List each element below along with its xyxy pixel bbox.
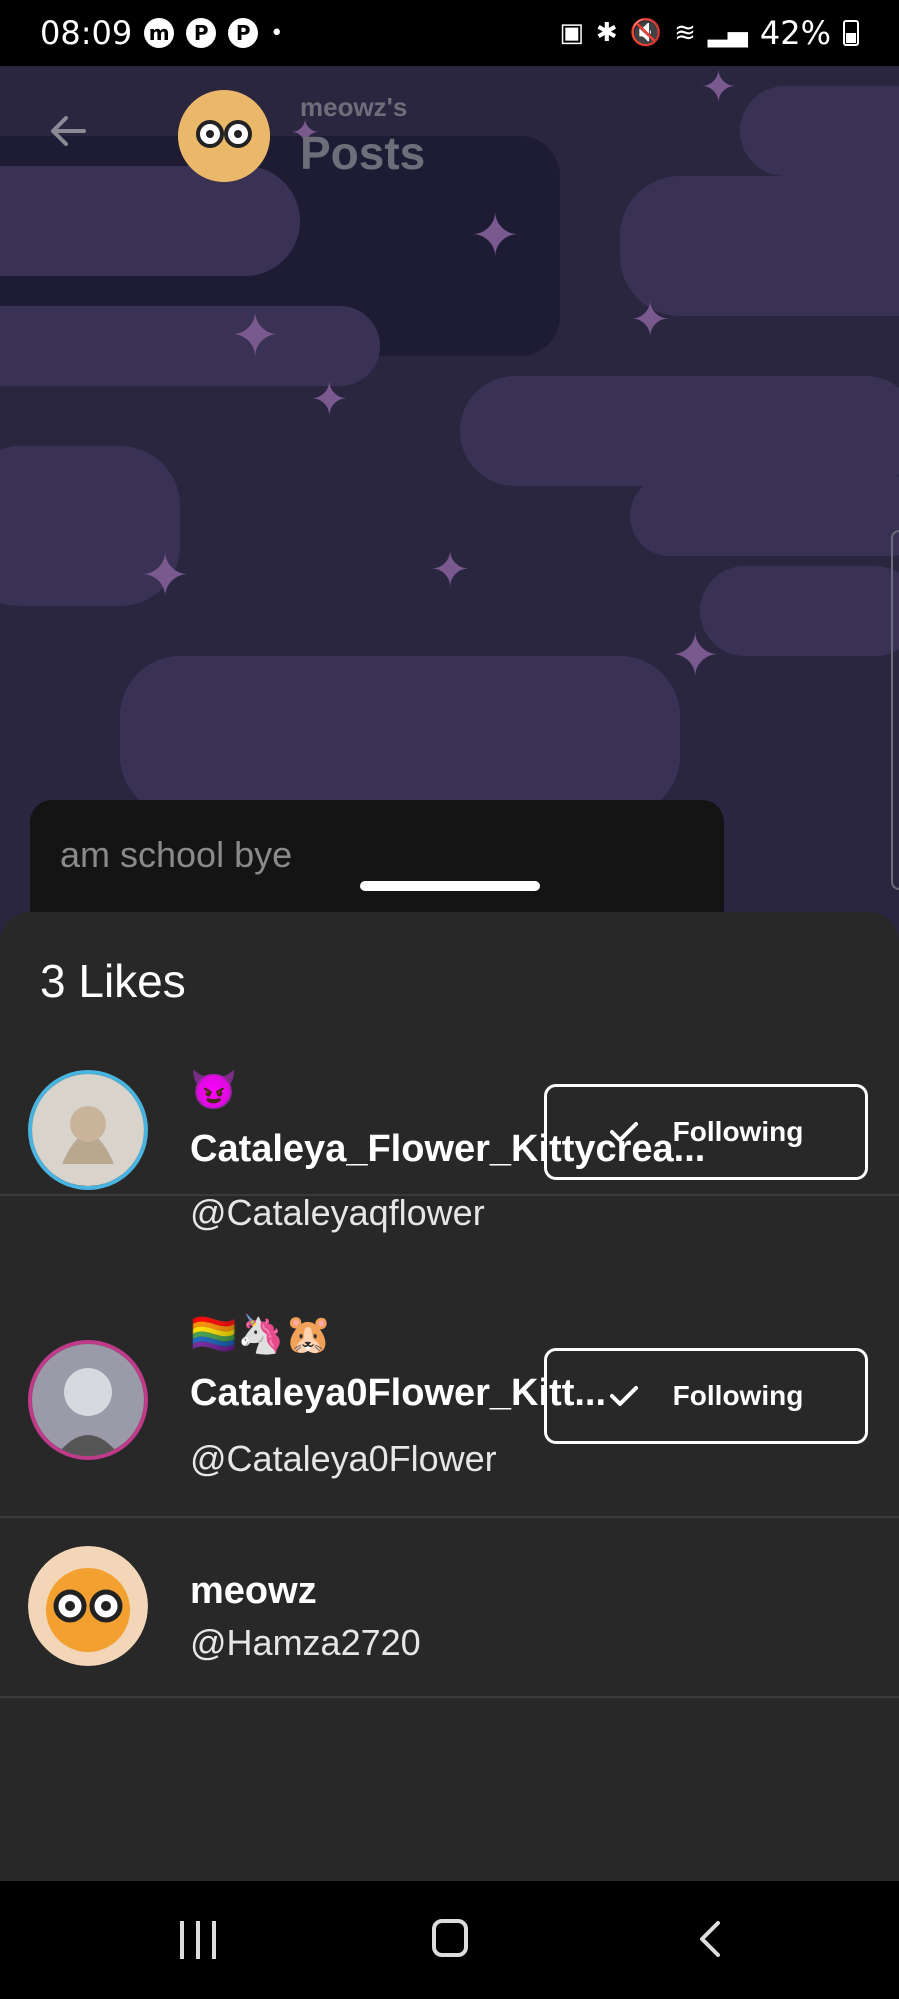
cloud-shape <box>460 376 899 486</box>
scroll-indicator[interactable] <box>891 530 899 890</box>
avatar[interactable] <box>28 1546 148 1666</box>
notification-app-icon: m <box>144 18 175 48</box>
signal-icon: ▂▄ <box>707 18 748 48</box>
likes-sheet: 3 Likes 😈Cataleya_Flower_Kittycrea... @C… <box>0 912 899 1881</box>
status-bar: 08:09 m P P • ▣ ✱ 🔇 ≋ ▂▄ 42% <box>0 0 899 66</box>
check-icon <box>609 1122 638 1142</box>
following-button[interactable]: Following <box>544 1348 868 1444</box>
user-display-name: 😈Cataleya_Flower_Kittycrea... <box>190 1070 706 1170</box>
page-title: Posts <box>300 127 426 179</box>
user-display-name: 🏳️‍🌈🦄🐹Cataleya0Flower_Kitt... <box>190 1314 607 1414</box>
user-handle: @Hamza2720 <box>190 1622 421 1663</box>
avatar-image <box>32 1344 144 1456</box>
sparkle-icon: ✦ <box>140 541 191 611</box>
battery-saver-icon: ▣ <box>559 18 584 48</box>
sparkle-icon: ✦ <box>430 542 471 598</box>
list-item[interactable]: 🏳️‍🌈🦄🐹Cataleya0Flower_Kitt... @Cataleya0… <box>0 1284 899 1518</box>
following-label: Following <box>672 1116 804 1147</box>
header-subtitle: meowz's <box>300 92 408 122</box>
wifi-icon: ≋ <box>674 18 696 48</box>
following-button[interactable]: Following <box>544 1084 868 1180</box>
avatar[interactable] <box>28 1070 148 1190</box>
sparkle-icon: ✦ <box>310 372 349 426</box>
check-icon <box>609 1386 638 1406</box>
cloud-shape <box>120 656 680 816</box>
back-arrow-icon[interactable] <box>44 106 94 156</box>
bluetooth-icon: ✱ <box>595 18 618 48</box>
post-card[interactable]: am school bye <box>30 800 724 930</box>
status-right: ▣ ✱ 🔇 ≋ ▂▄ 42% <box>559 14 859 52</box>
cloud-shape <box>630 476 899 556</box>
battery-percent: 42% <box>759 14 831 52</box>
following-label: Following <box>672 1380 804 1411</box>
system-nav-bar <box>0 1881 899 1999</box>
sheet-drag-handle[interactable] <box>360 881 540 891</box>
user-display-name: meowz <box>190 1570 317 1612</box>
cloud-shape <box>700 566 899 656</box>
mute-icon: 🔇 <box>629 18 663 48</box>
sparkle-icon: ✦ <box>230 301 281 371</box>
header: meowz's Posts <box>0 66 899 216</box>
list-item[interactable]: meowz @Hamza2720 <box>0 1518 899 1698</box>
avatar-image <box>32 1074 144 1186</box>
avatar-image <box>178 90 270 182</box>
more-notifications-dot: • <box>270 20 284 46</box>
recents-button[interactable] <box>180 1921 216 1959</box>
notification-app-icon: P <box>186 18 217 48</box>
user-handle: @Cataleya0Flower <box>190 1438 497 1479</box>
battery-icon <box>843 20 859 46</box>
notification-app-icon: P <box>228 18 259 48</box>
clock: 08:09 <box>40 14 133 52</box>
sparkle-icon: ✦ <box>670 621 721 691</box>
avatar[interactable] <box>28 1340 148 1460</box>
list-item[interactable]: 😈Cataleya_Flower_Kittycrea... @Cataleyaq… <box>0 1052 899 1233</box>
post-text: am school bye <box>60 834 293 875</box>
user-handle: @Cataleyaqflower <box>190 1192 485 1233</box>
avatar-image <box>28 1546 148 1666</box>
status-left: 08:09 m P P • <box>40 14 283 52</box>
likes-count-title: 3 Likes <box>40 955 186 1007</box>
home-button[interactable] <box>432 1919 468 1957</box>
sparkle-icon: ✦ <box>630 292 671 348</box>
back-button-icon[interactable] <box>690 1919 730 1959</box>
author-avatar[interactable] <box>178 90 270 182</box>
